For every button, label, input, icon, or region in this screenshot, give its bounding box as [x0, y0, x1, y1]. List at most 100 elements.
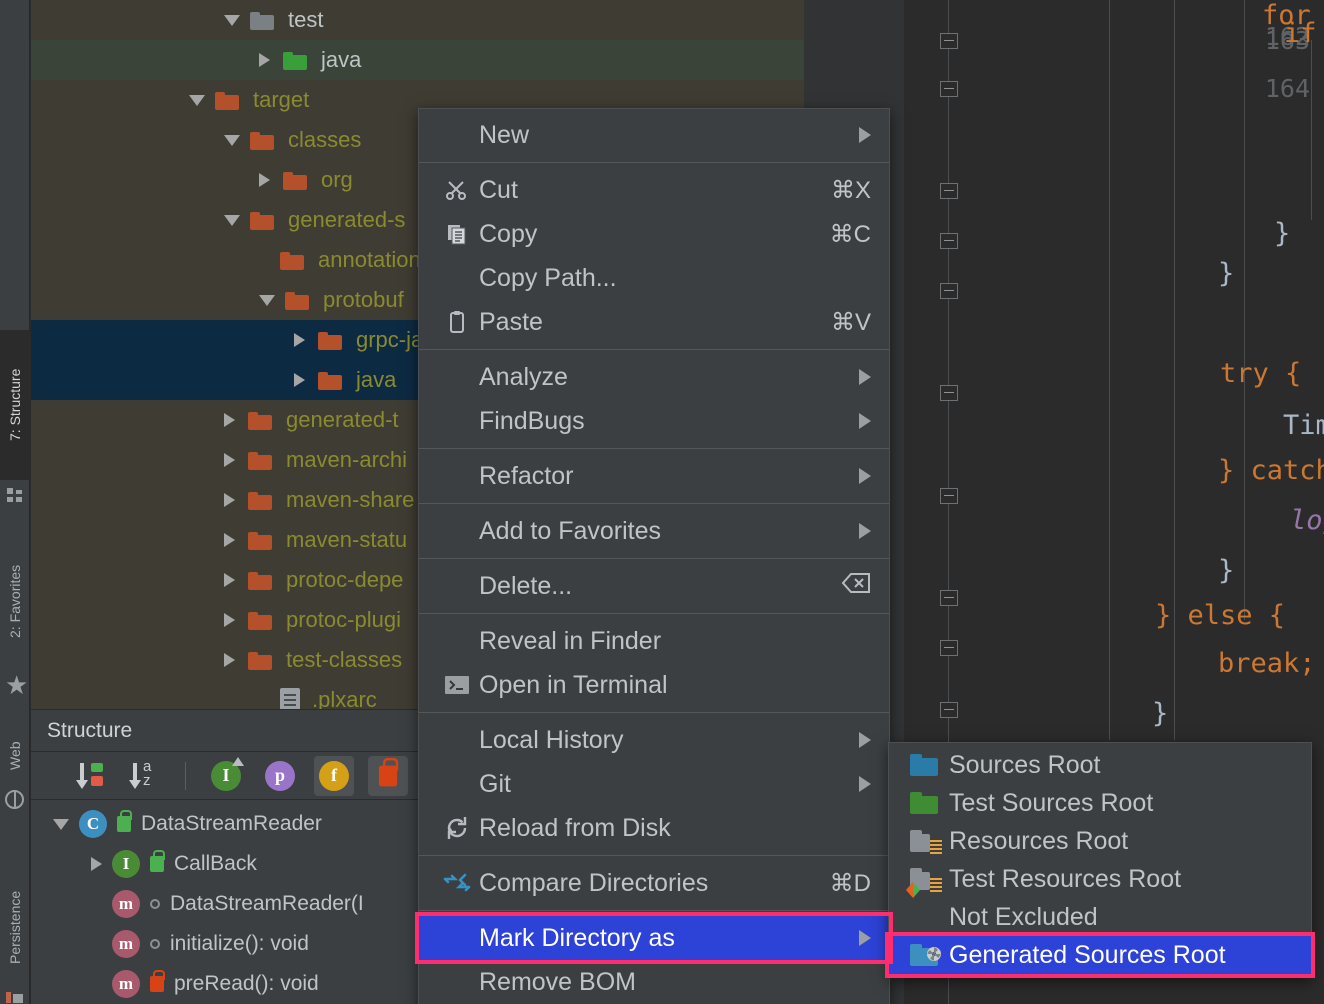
- method-icon: m: [112, 890, 140, 918]
- code-line: if: [1284, 18, 1317, 49]
- lock-icon: [378, 757, 399, 786]
- menu-separator: [419, 503, 889, 504]
- refresh-icon: [435, 815, 479, 841]
- fold-marker[interactable]: [940, 233, 958, 249]
- submenu-item-generated-sources-root[interactable]: Generated Sources Root: [889, 936, 1311, 974]
- code-line: } else {: [1155, 600, 1286, 631]
- expand-arrow-icon[interactable]: [259, 173, 270, 187]
- expand-arrow-icon[interactable]: [224, 613, 235, 627]
- expand-arrow-icon[interactable]: [224, 413, 235, 427]
- submenu-item-test-resources-root[interactable]: Test Resources Root: [889, 860, 1311, 898]
- menu-item-refactor[interactable]: Refactor: [419, 454, 889, 498]
- tree-row-label: maven-share: [286, 487, 415, 512]
- menu-item-compare-directories[interactable]: Compare Directories ⌘D: [419, 861, 889, 905]
- menu-item-add-to-favorites[interactable]: Add to Favorites: [419, 509, 889, 553]
- structure-icon: [7, 488, 23, 502]
- menu-item-local-history[interactable]: Local History: [419, 718, 889, 762]
- expand-arrow-icon[interactable]: [224, 653, 235, 667]
- private-lock-icon: [150, 970, 165, 992]
- menu-item-remove-bom[interactable]: Remove BOM: [419, 960, 889, 1004]
- chevron-right-icon: [859, 413, 871, 429]
- menu-item-mark-directory-as[interactable]: Mark Directory as: [419, 916, 889, 960]
- fold-marker[interactable]: [940, 183, 958, 199]
- fold-marker[interactable]: [940, 33, 958, 49]
- sort-alphabetically-button[interactable]: az: [125, 756, 165, 796]
- tool-window-favorites[interactable]: 2: Favorites: [0, 526, 30, 676]
- menu-item-copy[interactable]: Copy ⌘C: [419, 212, 889, 256]
- folder-icon: [283, 50, 309, 70]
- submenu-item-not-excluded[interactable]: Not Excluded: [889, 898, 1311, 936]
- fold-marker[interactable]: [940, 488, 958, 504]
- menu-item-new[interactable]: New: [419, 113, 889, 157]
- collapse-arrow-icon[interactable]: [224, 214, 240, 226]
- expand-arrow-icon[interactable]: [294, 373, 305, 387]
- interface-icon: I: [112, 850, 140, 878]
- visibility-dot-icon: [150, 899, 160, 909]
- fold-marker[interactable]: [940, 81, 958, 97]
- submenu-item-test-sources-root[interactable]: Test Sources Root: [889, 784, 1311, 822]
- tree-row-label: .plxarc: [312, 687, 377, 709]
- menu-item-delete[interactable]: Delete...: [419, 564, 889, 608]
- favorites-label: 2: Favorites: [7, 564, 23, 638]
- submenu-item-resources-root[interactable]: Resources Root: [889, 822, 1311, 860]
- test-sources-root-icon: [901, 792, 949, 814]
- tool-window-web[interactable]: Web: [0, 718, 30, 794]
- submenu-item-label: Sources Root: [949, 750, 1101, 779]
- mark-directory-as-submenu[interactable]: Sources Root Test Sources Root Resources R…: [888, 742, 1312, 978]
- fold-marker[interactable]: [940, 640, 958, 656]
- expand-arrow-icon[interactable]: [259, 53, 270, 67]
- folder-icon: [250, 130, 276, 150]
- menu-item-paste[interactable]: Paste ⌘V: [419, 300, 889, 344]
- chevron-right-icon: [859, 127, 871, 143]
- menu-item-reload-from-disk[interactable]: Reload from Disk: [419, 806, 889, 850]
- line-number: 164: [1264, 74, 1310, 103]
- tool-window-structure[interactable]: 7: Structure: [0, 330, 30, 480]
- expand-arrow-icon[interactable]: [224, 533, 235, 547]
- fold-marker[interactable]: [940, 702, 958, 718]
- menu-shortcut: ⌘D: [829, 869, 871, 897]
- tree-row[interactable]: test: [31, 0, 804, 40]
- menu-separator: [419, 910, 889, 911]
- submenu-item-sources-root[interactable]: Sources Root: [889, 746, 1311, 784]
- menu-item-cut[interactable]: Cut ⌘X: [419, 168, 889, 212]
- expand-arrow-icon[interactable]: [224, 493, 235, 507]
- expand-arrow-icon[interactable]: [294, 333, 305, 347]
- collapse-arrow-icon[interactable]: [224, 14, 240, 26]
- tool-window-persistence[interactable]: Persistence: [0, 860, 30, 994]
- toolbar-separator: [185, 761, 186, 790]
- tree-row-label: java: [356, 367, 397, 392]
- collapse-arrow-icon[interactable]: [189, 94, 205, 106]
- chevron-right-icon: [859, 776, 871, 792]
- collapse-arrow-icon[interactable]: [259, 294, 275, 306]
- menu-item-label: Delete...: [479, 571, 573, 600]
- fold-marker[interactable]: [940, 283, 958, 299]
- fold-marker[interactable]: [940, 590, 958, 606]
- menu-item-open-in-terminal[interactable]: Open in Terminal: [419, 663, 889, 707]
- structure-label: 7: Structure: [7, 368, 23, 442]
- folder-icon: [248, 490, 274, 510]
- expand-arrow-icon[interactable]: [224, 573, 235, 587]
- context-menu[interactable]: New Cut ⌘X Copy ⌘C Copy Path... Paste ⌘V Analyze…: [418, 108, 890, 1004]
- collapse-arrow-icon[interactable]: [53, 818, 69, 830]
- menu-item-reveal-in-finder[interactable]: Reveal in Finder: [419, 619, 889, 663]
- menu-item-findbugs[interactable]: FindBugs: [419, 399, 889, 443]
- folder-icon: [250, 10, 276, 30]
- menu-item-analyze[interactable]: Analyze: [419, 355, 889, 399]
- fold-marker[interactable]: [940, 385, 958, 401]
- menu-item-copy-path[interactable]: Copy Path...: [419, 256, 889, 300]
- show-fields-button[interactable]: f: [314, 755, 354, 796]
- persistence-icon: [6, 992, 23, 1003]
- show-properties-button[interactable]: p: [260, 756, 300, 796]
- show-non-public-button[interactable]: [368, 755, 408, 796]
- show-inherited-button[interactable]: I: [206, 756, 246, 796]
- class-icon: C: [79, 810, 107, 838]
- tree-row[interactable]: java: [31, 40, 804, 80]
- sort-by-visibility-button[interactable]: [71, 756, 111, 796]
- expand-arrow-icon[interactable]: [91, 857, 102, 871]
- collapse-arrow-icon[interactable]: [224, 134, 240, 146]
- web-label: Web: [7, 741, 23, 771]
- menu-item-git[interactable]: Git: [419, 762, 889, 806]
- tree-row-label: maven-archi: [286, 447, 408, 472]
- expand-arrow-icon[interactable]: [224, 453, 235, 467]
- tree-row-label: generated-t: [286, 407, 399, 432]
